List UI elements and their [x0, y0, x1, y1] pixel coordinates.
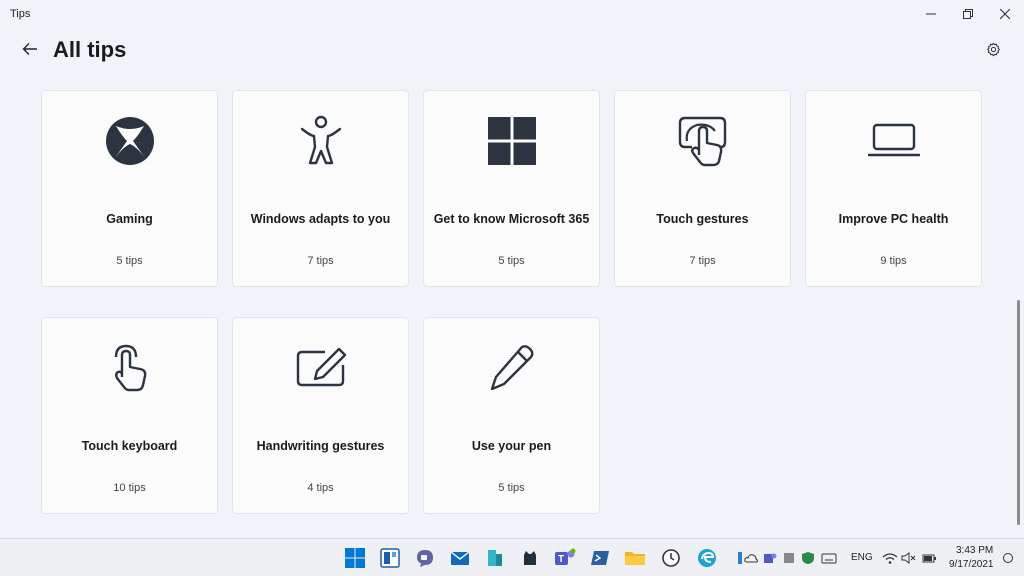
tip-card-pc-health[interactable]: Improve PC health 9 tips [805, 90, 982, 287]
back-button[interactable] [16, 36, 44, 62]
back-arrow-icon [22, 43, 37, 55]
teams-tray[interactable] [762, 550, 778, 566]
start-button[interactable] [343, 546, 367, 570]
card-title: Handwriting gestures [256, 439, 385, 453]
clock-time[interactable]: 3:43 PM [956, 545, 993, 556]
card-title: Use your pen [471, 439, 552, 453]
battery-plugged-icon [922, 554, 936, 563]
cloud-icon [744, 554, 758, 563]
restore-icon [963, 9, 973, 19]
tip-card-touch-keyboard[interactable]: Touch keyboard 10 tips [41, 317, 218, 514]
chat-icon [417, 550, 433, 567]
folder-icon [625, 552, 645, 565]
widgets-icon [380, 548, 400, 568]
notifications-button[interactable] [1000, 550, 1016, 566]
card-tip-count: 7 tips [689, 255, 716, 267]
azure-app[interactable] [483, 546, 507, 570]
tip-card-microsoft-365[interactable]: Get to know Microsoft 365 5 tips [423, 90, 600, 287]
cube-stack-icon [488, 550, 502, 566]
clock-date[interactable]: 9/17/2021 [949, 559, 994, 570]
xbox-icon [105, 117, 154, 165]
tip-card-gaming[interactable]: Gaming 5 tips [41, 90, 218, 287]
minimize-icon [926, 13, 936, 15]
touch-hand-icon [114, 344, 146, 392]
handwriting-icon [296, 347, 346, 387]
tray-app-gray[interactable] [781, 550, 797, 566]
page-header: All tips [0, 28, 1024, 72]
powershell-app[interactable] [588, 546, 612, 570]
card-title: Improve PC health [838, 212, 949, 226]
accessibility-icon [300, 115, 341, 165]
edge-browser-app[interactable] [695, 546, 719, 570]
battery-tray[interactable] [921, 550, 937, 566]
card-tip-count: 4 tips [307, 482, 334, 494]
minimize-button[interactable] [912, 0, 950, 28]
pen-icon [490, 345, 533, 391]
windows-logo-icon [487, 117, 536, 165]
page-title: All tips [53, 37, 127, 62]
restore-button[interactable] [949, 0, 987, 28]
widgets-button[interactable] [378, 546, 402, 570]
keyboard-tray[interactable] [821, 550, 837, 566]
title-bar: Tips [0, 0, 1024, 28]
tip-card-windows-adapts[interactable]: Windows adapts to you 7 tips [232, 90, 409, 287]
notification-icon [1003, 553, 1013, 563]
volume-muted-icon [901, 552, 916, 564]
mail-icon [450, 551, 470, 565]
svg-text:T: T [558, 554, 564, 565]
tip-card-handwriting-gestures[interactable]: Handwriting gestures 4 tips [232, 317, 409, 514]
windows-start-icon [345, 548, 365, 568]
settings-button[interactable] [980, 36, 1006, 62]
keyboard-icon [821, 553, 837, 564]
teams-icon: T [555, 548, 576, 565]
card-tip-count: 5 tips [116, 255, 143, 267]
file-explorer-app[interactable] [623, 546, 647, 570]
edge-icon [698, 549, 716, 567]
tip-card-touch-gestures[interactable]: Touch gestures 7 tips [614, 90, 791, 287]
card-tip-count: 5 tips [498, 482, 525, 494]
card-tip-count: 5 tips [498, 255, 525, 267]
square-icon [784, 553, 794, 563]
card-tip-count: 10 tips [113, 482, 146, 494]
touch-gesture-icon [678, 116, 726, 167]
volume-tray[interactable] [901, 550, 917, 566]
card-tip-count: 7 tips [307, 255, 334, 267]
card-title: Gaming [106, 212, 153, 226]
taskbar: T ENG 3:43 PM 9/17/2021 [0, 538, 1024, 576]
language-indicator[interactable]: ENG [851, 552, 873, 563]
teams-app[interactable]: T [553, 546, 577, 570]
onedrive-tray[interactable] [743, 550, 759, 566]
card-title: Touch keyboard [81, 439, 178, 453]
close-icon [1000, 9, 1010, 19]
card-title: Windows adapts to you [250, 212, 391, 226]
wifi-icon [882, 553, 898, 564]
network-tray[interactable] [882, 550, 898, 566]
chat-button[interactable] [413, 546, 437, 570]
security-tray[interactable] [800, 550, 816, 566]
cat-icon [524, 551, 536, 565]
app-title: Tips [10, 8, 31, 20]
card-title: Touch gestures [656, 212, 749, 226]
mail-app[interactable] [448, 546, 472, 570]
tip-card-use-your-pen[interactable]: Use your pen 5 tips [423, 317, 600, 514]
laptop-icon [867, 123, 920, 157]
clock-icon [662, 549, 680, 567]
teams-small-icon [764, 553, 777, 563]
github-app[interactable] [518, 546, 542, 570]
close-button[interactable] [986, 0, 1024, 28]
gear-icon [986, 42, 1000, 56]
shield-icon [802, 552, 814, 564]
clock-app[interactable] [659, 546, 683, 570]
card-tip-count: 9 tips [880, 255, 907, 267]
card-title: Get to know Microsoft 365 [433, 212, 590, 226]
terminal-icon [591, 551, 609, 565]
vertical-scrollbar[interactable] [1017, 300, 1020, 525]
tips-app-window: Tips All tips Gaming 5 tips Windows adap… [0, 0, 1024, 538]
